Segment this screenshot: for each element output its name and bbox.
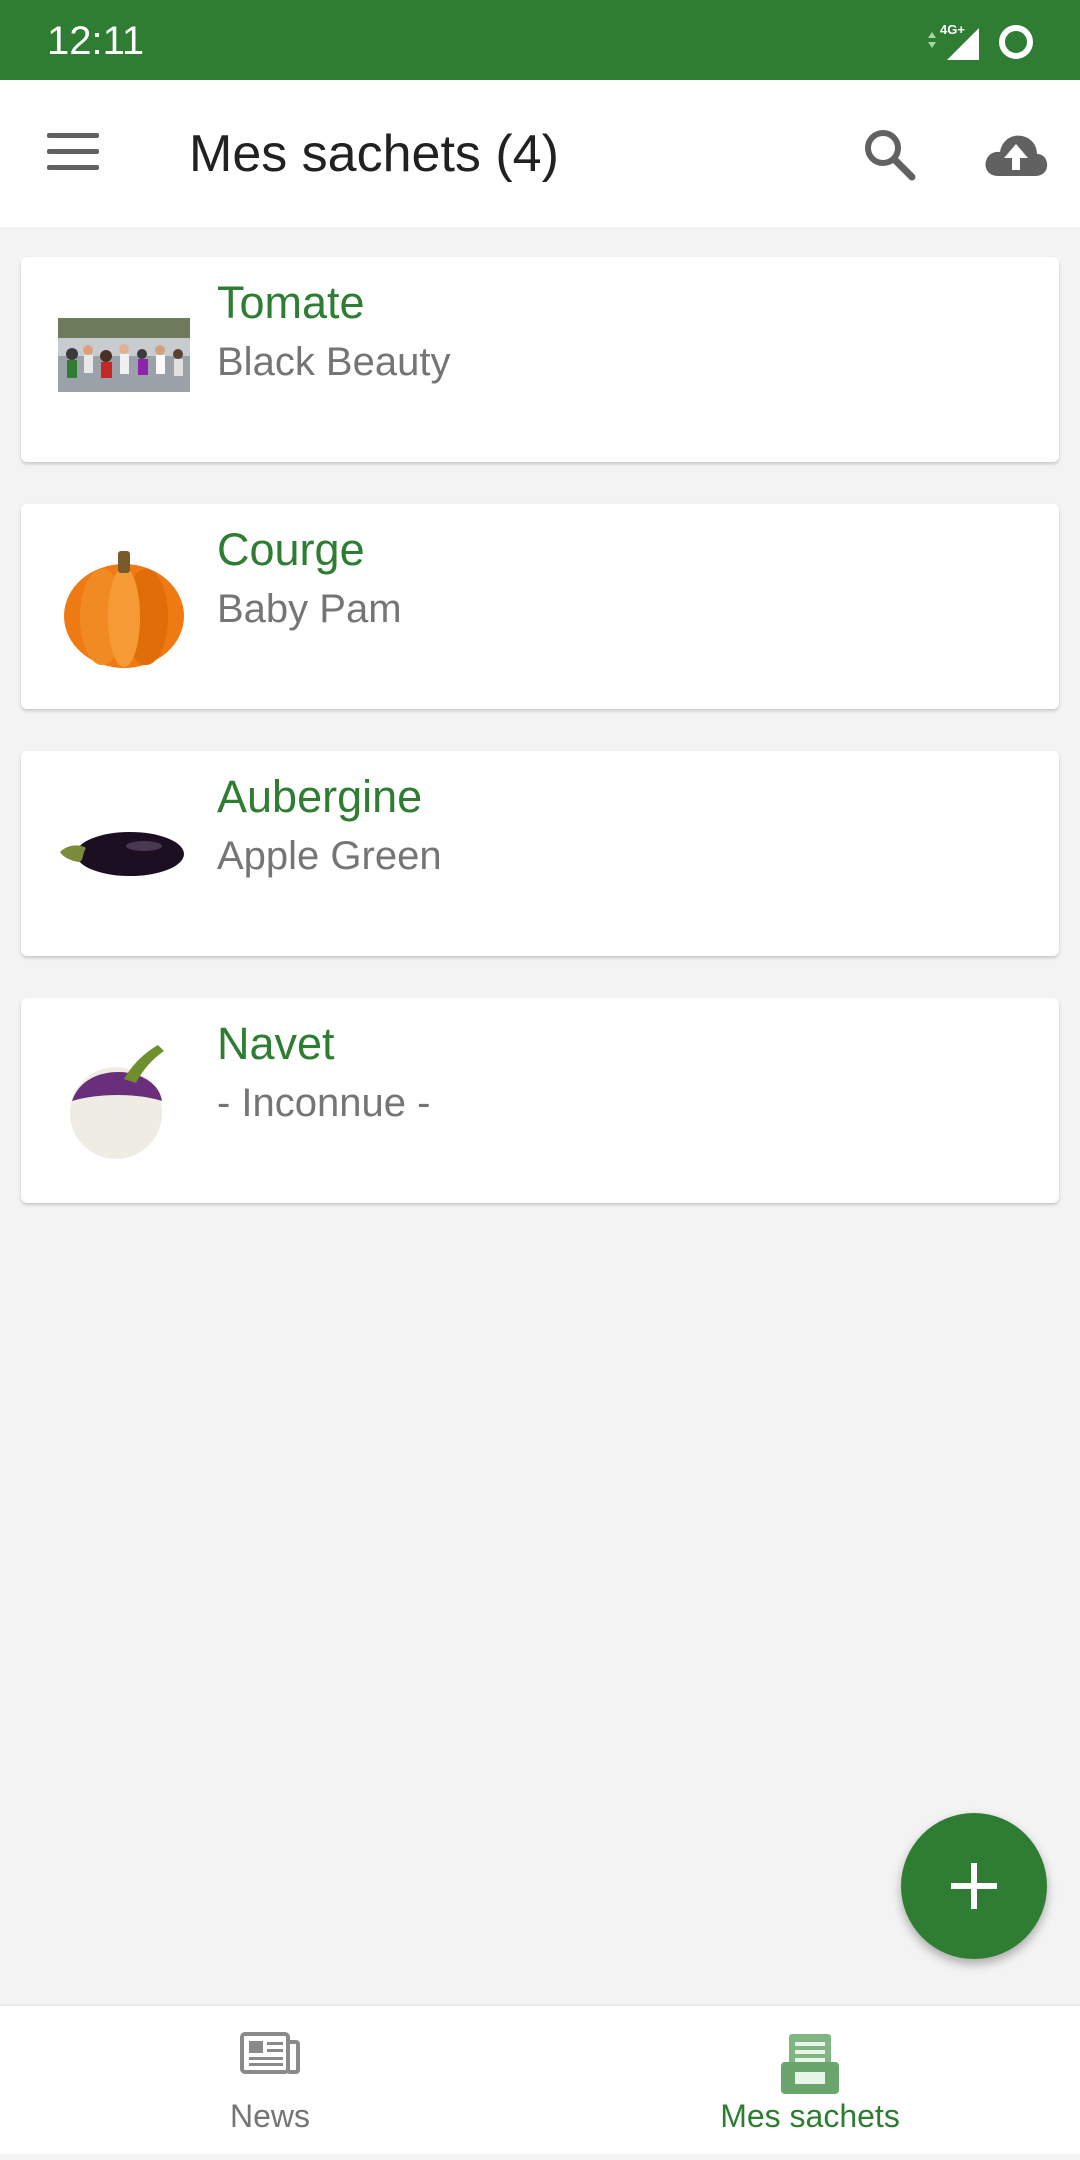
bottom-navigation: News Mes sachets (0, 2006, 1080, 2154)
sachet-card[interactable]: Tomate Black Beauty (21, 257, 1059, 462)
seed-packet-icon (781, 2034, 839, 2094)
status-bar: 12:11 4G+ (0, 0, 1080, 80)
search-icon[interactable] (862, 127, 916, 181)
sachet-name: Tomate (217, 277, 365, 328)
nav-label-news: News (229, 2098, 310, 2134)
sachet-variety: - Inconnue - (217, 1081, 431, 1125)
sachet-variety: Apple Green (217, 834, 442, 878)
sachet-list: Tomate Black Beauty Courge Baby Pam Aube… (21, 257, 1059, 1245)
sachet-variety: Baby Pam (217, 587, 402, 631)
nav-label-mes-sachets: Mes sachets (720, 2098, 900, 2134)
sachet-photo-thumbnail (58, 318, 190, 392)
sachet-variety: Black Beauty (217, 340, 451, 384)
plus-icon (951, 1863, 997, 1909)
turnip-image (70, 1045, 164, 1159)
hamburger-menu-icon[interactable] (47, 133, 99, 173)
sachet-card[interactable]: Navet - Inconnue - (21, 998, 1059, 1203)
page-title: Mes sachets (4) (189, 125, 559, 183)
network-type-label: 4G+ (940, 22, 965, 37)
sachet-card[interactable]: Courge Baby Pam (21, 504, 1059, 709)
nav-item-news[interactable]: News (0, 2006, 540, 2154)
pumpkin-image (64, 551, 184, 668)
app-bar: Mes sachets (4) (0, 80, 1080, 227)
battery-icon (999, 25, 1033, 59)
newspaper-icon (240, 2032, 300, 2074)
eggplant-image (60, 832, 184, 876)
status-time: 12:11 (47, 19, 145, 63)
sachet-card[interactable]: Aubergine Apple Green (21, 751, 1059, 956)
sachet-name: Navet (217, 1018, 335, 1069)
add-sachet-button[interactable] (901, 1813, 1047, 1959)
nav-item-mes-sachets[interactable]: Mes sachets (540, 2006, 1080, 2154)
sachet-name: Aubergine (217, 771, 423, 822)
cloud-upload-icon[interactable] (984, 130, 1048, 178)
sachet-name: Courge (217, 524, 365, 575)
